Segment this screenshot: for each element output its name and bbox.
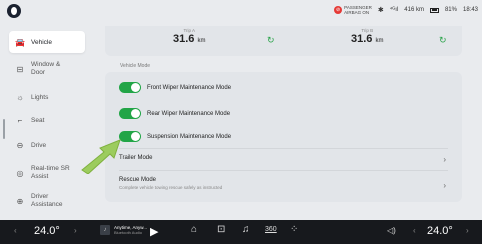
battery-icon (429, 7, 439, 13)
window-icon: ⊟ (16, 64, 24, 74)
vehicle-mode-card: Front Wiper Maintenance Mode Rear Wiper … (105, 72, 462, 202)
airbag-line2: AIRBAG ON (344, 10, 370, 15)
steering-wheel-icon: ⊖ (16, 140, 24, 150)
sidebar-item-drive[interactable]: ⊖ Drive (9, 134, 85, 156)
right-temp-decrease-icon[interactable]: ‹ (413, 226, 416, 235)
sidebar-item-label: Window & Door (31, 61, 61, 76)
song-source: Bluetooth Audio (114, 230, 143, 235)
annotation-arrow-icon (81, 139, 121, 174)
sidebar-item-seat[interactable]: ⌐ Seat (9, 109, 85, 131)
rescue-mode-description: Complete vehicle towing rescue safely as… (119, 185, 223, 190)
battery-percent: 81% (444, 7, 457, 13)
rescue-mode-row[interactable]: Rescue Mode Complete vehicle towing resc… (119, 177, 448, 190)
rear-wiper-row: Rear Wiper Maintenance Mode (119, 108, 230, 119)
sidebar-item-label: Real-time SR Assist (31, 165, 70, 180)
reset-trip-b-icon[interactable]: ↻ (439, 35, 447, 46)
divider (119, 170, 448, 171)
right-temperature[interactable]: 24.0° (427, 225, 453, 237)
rear-wiper-toggle[interactable] (119, 108, 141, 119)
bottom-dock: ‹ 24.0° › ♪ Anytime, Anyw... Bluetooth A… (0, 220, 482, 244)
music-icon[interactable]: ♫ (242, 224, 250, 235)
divider (119, 148, 448, 149)
vehicle-mode-heading: Vehicle Mode (120, 63, 151, 69)
apps-grid-icon[interactable]: ⁘ (290, 224, 298, 235)
chevron-right-icon: › (443, 181, 446, 190)
left-temperature[interactable]: 24.0° (34, 225, 60, 237)
rescue-mode-label: Rescue Mode (119, 177, 157, 183)
sidebar-item-sr-assist[interactable]: ◎ Real-time SR Assist (9, 162, 85, 184)
status-bar: ⊘ PASSENGER AIRBAG ON ✱ ⁴ᴳıl 416 km 81% … (0, 0, 482, 26)
album-art-icon: ♪ (100, 225, 110, 235)
seat-icon: ⌐ (17, 115, 23, 125)
reset-trip-a-icon[interactable]: ↻ (267, 35, 275, 46)
sidebar-item-label: Lights (31, 93, 49, 101)
trip-b-unit: km (375, 38, 384, 44)
settings-sidebar: 🚘 Vehicle ⊟ Window & Door ☼ Lights ⌐ Sea… (0, 26, 92, 218)
status-indicators: ⊘ PASSENGER AIRBAG ON ✱ ⁴ᴳıl 416 km 81% … (334, 5, 478, 15)
suspension-label: Suspension Maintenance Mode (147, 133, 232, 140)
sidebar-item-label: Vehicle (31, 38, 52, 46)
trip-meter-card: Trip A 31.6 km ↻ Trip B 31.6 km ↻ (105, 26, 462, 56)
clock: 18:43 (462, 7, 478, 13)
range-readout: 416 km (404, 7, 424, 13)
bluetooth-icon: ✱ (377, 7, 384, 14)
front-wiper-row: Front Wiper Maintenance Mode (119, 82, 231, 93)
sr-assist-icon: ◎ (16, 168, 24, 178)
chevron-right-icon: › (443, 155, 446, 164)
sidebar-item-window-door[interactable]: ⊟ Window & Door (9, 58, 85, 80)
sidebar-item-label: Seat (31, 116, 45, 124)
airbag-icon: ⊘ (334, 6, 343, 14)
home-icon[interactable]: ⌂ (191, 224, 197, 235)
trip-a-value: 31.6 (173, 33, 195, 45)
trip-a: Trip A 31.6 km (173, 28, 205, 45)
rear-wiper-label: Rear Wiper Maintenance Mode (147, 110, 231, 117)
driver-assist-icon: ⊕ (16, 196, 24, 206)
view-360-icon[interactable]: 360 (265, 226, 277, 233)
sidebar-scrollbar[interactable] (3, 119, 5, 139)
car-icon[interactable]: ⊡ (217, 224, 225, 235)
passenger-airbag-indicator: ⊘ PASSENGER AIRBAG ON (334, 5, 372, 15)
left-temp-increase-icon[interactable]: › (74, 226, 77, 235)
trip-b-value: 31.6 (351, 33, 373, 45)
light-icon: ☼ (16, 92, 24, 102)
sidebar-item-label: Drive (31, 141, 47, 149)
play-icon[interactable]: ▶ (150, 225, 158, 238)
left-temp-decrease-icon[interactable]: ‹ (14, 226, 17, 235)
trailer-mode-row[interactable]: Trailer Mode › (119, 155, 448, 164)
sidebar-item-driver-assistance[interactable]: ⊕ Driver Assistance (9, 190, 85, 212)
profile-avatar-icon[interactable] (7, 4, 21, 18)
front-wiper-label: Front Wiper Maintenance Mode (147, 84, 232, 91)
signal-icon: ⁴ᴳıl (389, 7, 399, 13)
trip-b: Trip B 31.6 km (351, 28, 383, 45)
media-widget[interactable]: ♪ Anytime, Anyw... Bluetooth Audio (100, 225, 147, 235)
sidebar-item-label: Driver Assistance (31, 193, 63, 208)
right-temp-increase-icon[interactable]: › (466, 226, 469, 235)
front-wiper-toggle[interactable] (119, 82, 141, 93)
suspension-row: Suspension Maintenance Mode (119, 131, 231, 142)
sidebar-item-lights[interactable]: ☼ Lights (9, 86, 85, 108)
trip-a-unit: km (197, 38, 206, 44)
sidebar-item-vehicle[interactable]: 🚘 Vehicle (9, 31, 85, 53)
volume-icon[interactable]: ◁) (387, 226, 396, 235)
car-icon: 🚘 (15, 37, 25, 47)
